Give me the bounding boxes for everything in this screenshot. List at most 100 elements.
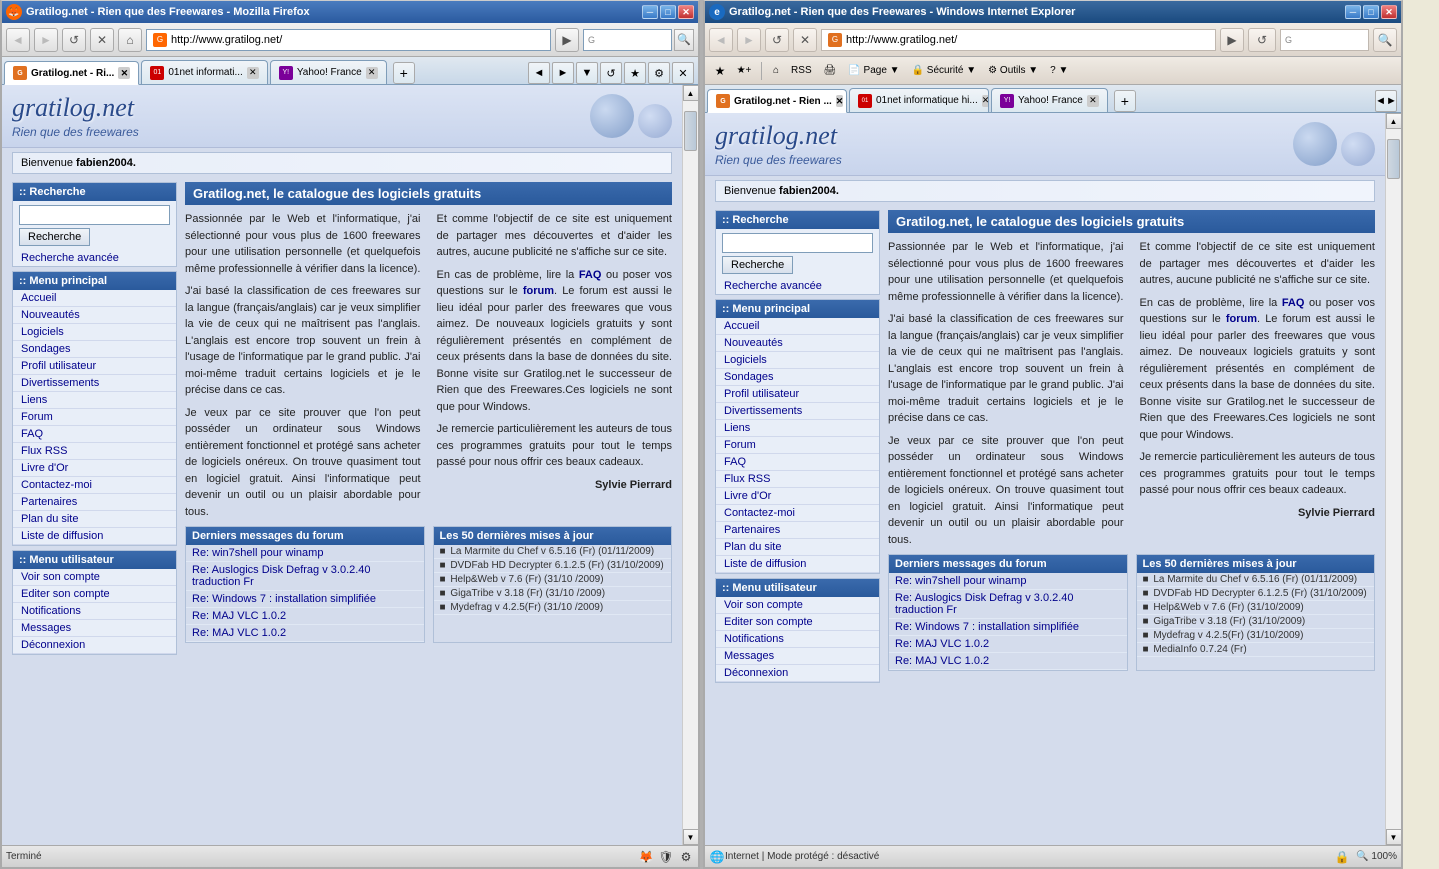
ie-add-favorites-btn[interactable]: ★+ <box>733 60 755 82</box>
menu-profil[interactable]: Profil utilisateur <box>13 358 176 375</box>
ie-tab-yahoo[interactable]: Y! Yahoo! France ✕ <box>991 88 1108 112</box>
ie-scrollbar-track[interactable] <box>1386 129 1401 829</box>
ie-menu-liens[interactable]: Liens <box>716 420 879 437</box>
menu-liens[interactable]: Liens <box>13 392 176 409</box>
faq-link[interactable]: FAQ <box>579 269 602 281</box>
ie-back-button[interactable]: ◄ <box>709 28 733 52</box>
ie-search-button[interactable]: 🔍 <box>1373 28 1397 52</box>
ie-menu-forum[interactable]: Forum <box>716 437 879 454</box>
ie-close-button[interactable]: ✕ <box>1381 5 1397 19</box>
forum-link[interactable]: forum <box>523 285 554 297</box>
ie-menu-plan[interactable]: Plan du site <box>716 539 879 556</box>
scrollbar-track[interactable] <box>683 101 698 829</box>
ie-refresh-btn2[interactable]: ↺ <box>1248 28 1276 52</box>
menu-forum[interactable]: Forum <box>13 409 176 426</box>
ie-faq-link[interactable]: FAQ <box>1282 297 1305 309</box>
ie-menu-profil[interactable]: Profil utilisateur <box>716 386 879 403</box>
menu-accueil[interactable]: Accueil <box>13 290 176 307</box>
ie-menu-flux-rss[interactable]: Flux RSS <box>716 471 879 488</box>
bookmark-btn[interactable]: ★ <box>624 62 646 84</box>
menu-liste[interactable]: Liste de diffusion <box>13 528 176 545</box>
close-tab-area-btn[interactable]: ✕ <box>672 62 694 84</box>
ie-user-menu-edit[interactable]: Editer son compte <box>716 614 879 631</box>
ie-favorites-btn[interactable]: ★ <box>709 60 731 82</box>
ie-address-bar[interactable]: G http://www.gratilog.net/ <box>821 29 1216 51</box>
ie-new-tab-button[interactable]: + <box>1114 90 1136 112</box>
advanced-search-link[interactable]: Recherche avancée <box>13 250 176 266</box>
ie-search-field[interactable] <box>722 233 873 253</box>
ie-user-menu-deconnexion[interactable]: Déconnexion <box>716 665 879 682</box>
ie-user-menu-notifications[interactable]: Notifications <box>716 631 879 648</box>
ie-tools-btn[interactable]: ⚙ Outils ▼ <box>983 60 1043 82</box>
search-button[interactable]: 🔍 <box>674 29 694 51</box>
ie-menu-divertissements[interactable]: Divertissements <box>716 403 879 420</box>
menu-livre-dor[interactable]: Livre d'Or <box>13 460 176 477</box>
ie-refresh-button[interactable]: ↺ <box>765 28 789 52</box>
ie-search-submit-button[interactable]: Recherche <box>722 256 793 274</box>
forward-button[interactable]: ► <box>34 28 58 52</box>
tab-yahoo[interactable]: Y! Yahoo! France ✕ <box>270 60 387 84</box>
scrollbar-thumb[interactable] <box>684 111 697 151</box>
stop-button[interactable]: ✕ <box>90 28 114 52</box>
minimize-button[interactable]: ─ <box>642 5 658 19</box>
tools-btn[interactable]: ⚙ <box>648 62 670 84</box>
ie-scroll-up-button[interactable]: ▲ <box>1386 113 1402 129</box>
ie-safety-btn[interactable]: 🔒 Sécurité ▼ <box>907 60 982 82</box>
address-bar[interactable]: G http://www.gratilog.net/ <box>146 29 551 51</box>
new-tab-button[interactable]: + <box>393 62 415 84</box>
menu-sondages[interactable]: Sondages <box>13 341 176 358</box>
ie-menu-accueil[interactable]: Accueil <box>716 318 879 335</box>
menu-faq[interactable]: FAQ <box>13 426 176 443</box>
scroll-up-button[interactable]: ▲ <box>683 85 699 101</box>
refresh-button[interactable]: ↺ <box>62 28 86 52</box>
ie-menu-sondages[interactable]: Sondages <box>716 369 879 386</box>
go-button[interactable]: ▶ <box>555 28 579 52</box>
refresh-tab-btn[interactable]: ↺ <box>600 62 622 84</box>
tab-close-01net[interactable]: ✕ <box>247 67 259 79</box>
ie-tab-close-gratilog[interactable]: ✕ <box>836 95 844 107</box>
tab-scroll-right[interactable]: ► <box>552 62 574 84</box>
search-field[interactable] <box>19 205 170 225</box>
ie-home-btn[interactable]: ⌂ <box>768 60 784 82</box>
menu-nouveautes[interactable]: Nouveautés <box>13 307 176 324</box>
menu-contact[interactable]: Contactez-moi <box>13 477 176 494</box>
menu-logiciels[interactable]: Logiciels <box>13 324 176 341</box>
tab-list-btn[interactable]: ▼ <box>576 62 598 84</box>
ie-menu-logiciels[interactable]: Logiciels <box>716 352 879 369</box>
user-menu-notifications[interactable]: Notifications <box>13 603 176 620</box>
ie-menu-contact[interactable]: Contactez-moi <box>716 505 879 522</box>
ie-print-btn[interactable]: 🖨 <box>819 60 842 82</box>
user-menu-messages[interactable]: Messages <box>13 620 176 637</box>
ie-menu-faq[interactable]: FAQ <box>716 454 879 471</box>
ie-menu-liste[interactable]: Liste de diffusion <box>716 556 879 573</box>
home-button[interactable]: ⌂ <box>118 28 142 52</box>
ie-scroll-down-button[interactable]: ▼ <box>1386 829 1402 845</box>
tab-gratilog[interactable]: G Gratilog.net - Ri... ✕ <box>4 61 139 85</box>
menu-partenaires[interactable]: Partenaires <box>13 494 176 511</box>
user-menu-deconnexion[interactable]: Déconnexion <box>13 637 176 654</box>
ie-advanced-search-link[interactable]: Recherche avancée <box>716 278 879 294</box>
ie-scrollbar-thumb[interactable] <box>1387 139 1400 179</box>
tab-scroll-left[interactable]: ◄ <box>528 62 550 84</box>
ie-tab-gratilog[interactable]: G Gratilog.net - Rien ... ✕ <box>707 89 847 113</box>
firefox-scrollbar[interactable]: ▲ ▼ <box>682 85 698 845</box>
ie-tab-close-01net[interactable]: ✕ <box>982 95 989 107</box>
ie-tab-scroll-btn[interactable]: ◄► <box>1375 90 1397 112</box>
menu-flux-rss[interactable]: Flux RSS <box>13 443 176 460</box>
search-input[interactable] <box>597 34 667 46</box>
ie-help-btn[interactable]: ? ▼ <box>1045 60 1073 82</box>
maximize-button[interactable]: □ <box>660 5 676 19</box>
scroll-down-button[interactable]: ▼ <box>683 829 699 845</box>
close-button[interactable]: ✕ <box>678 5 694 19</box>
user-menu-edit[interactable]: Editer son compte <box>13 586 176 603</box>
tab-close-yahoo[interactable]: ✕ <box>366 67 378 79</box>
ie-search-input[interactable] <box>1294 34 1364 46</box>
search-submit-button[interactable]: Recherche <box>19 228 90 246</box>
ie-go-button[interactable]: ▶ <box>1220 28 1244 52</box>
ie-menu-nouveautes[interactable]: Nouveautés <box>716 335 879 352</box>
ie-minimize-button[interactable]: ─ <box>1345 5 1361 19</box>
tab-close-gratilog[interactable]: ✕ <box>118 67 130 79</box>
ie-menu-livre-dor[interactable]: Livre d'Or <box>716 488 879 505</box>
ie-maximize-button[interactable]: □ <box>1363 5 1379 19</box>
ie-stop-button[interactable]: ✕ <box>793 28 817 52</box>
